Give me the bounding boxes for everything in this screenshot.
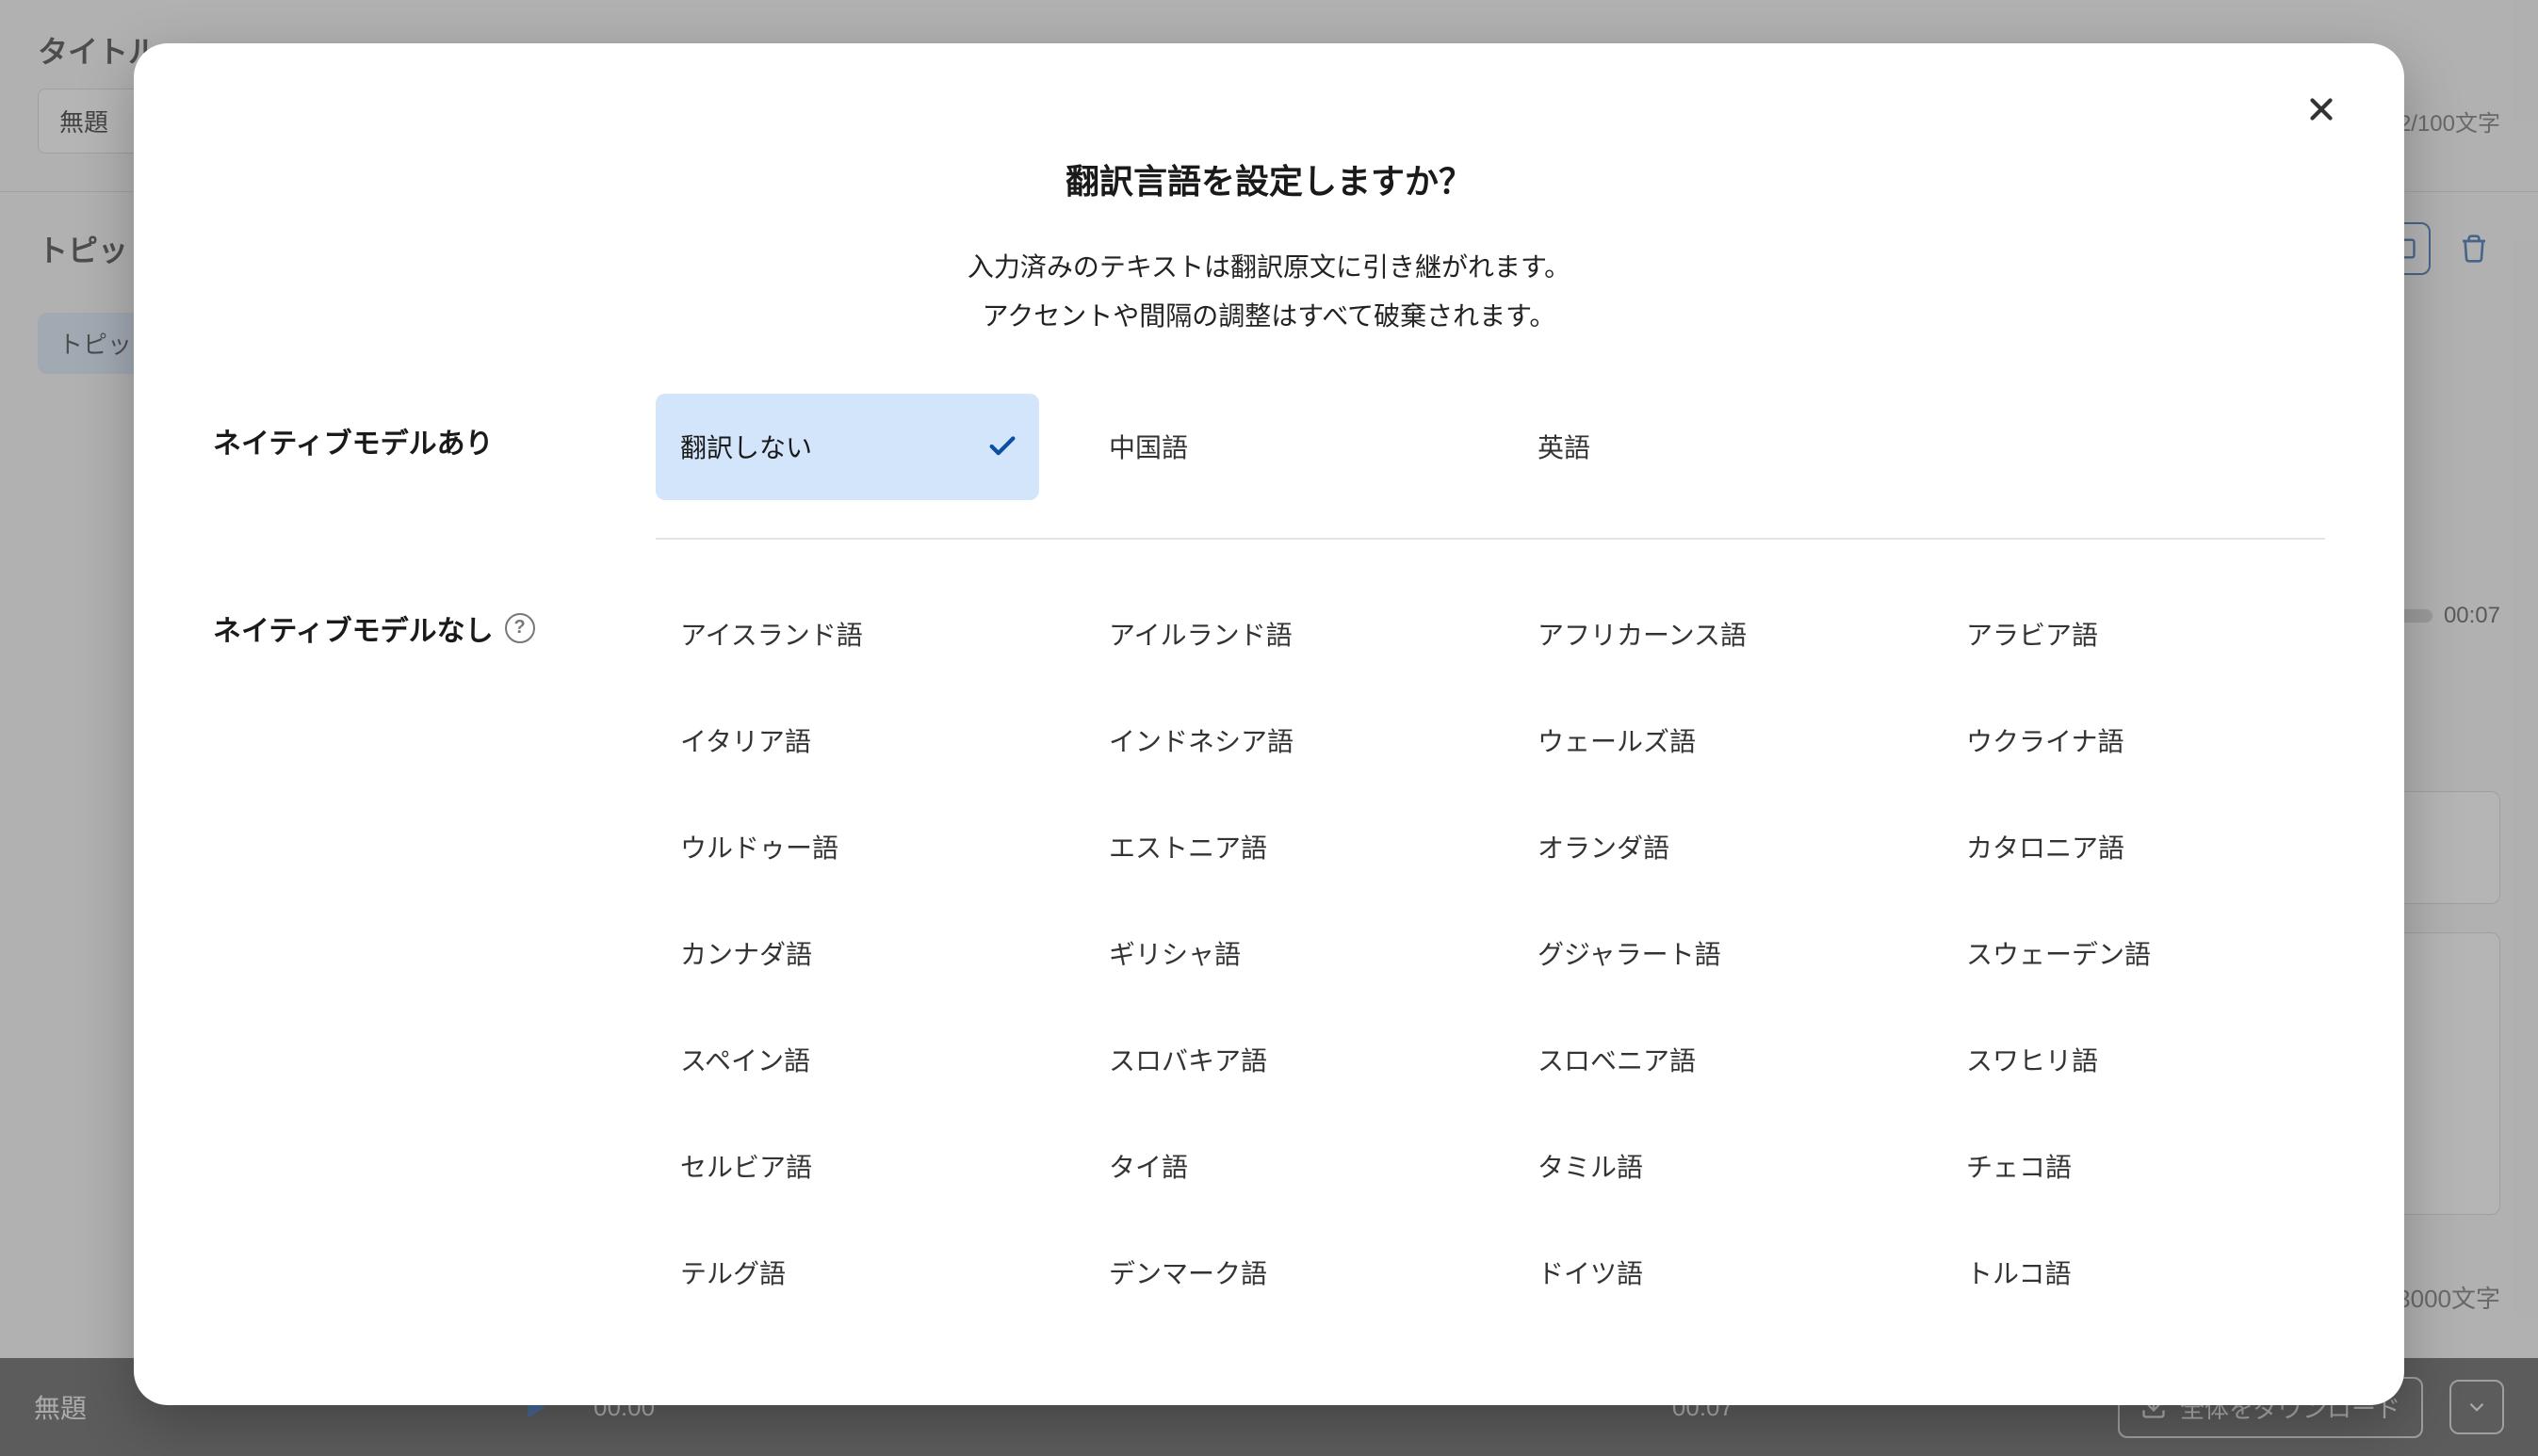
language-option[interactable]: ギリシャ語 — [1084, 900, 1468, 1007]
language-option[interactable]: アラビア語 — [1942, 581, 2325, 688]
native-model-section: ネイティブモデルあり 翻訳しない 中国語 英語 — [213, 394, 2325, 581]
language-option[interactable]: スペイン語 — [656, 1007, 1039, 1113]
language-option[interactable]: セルビア語 — [656, 1113, 1039, 1220]
non-native-model-section: ネイティブモデルなし ? アイスランド語 アイルランド語 アフリカーンス語 アラビア語… — [213, 581, 2325, 1326]
language-option[interactable]: イタリア語 — [656, 688, 1039, 794]
language-option[interactable]: ウェールズ語 — [1513, 688, 1896, 794]
close-button[interactable] — [2295, 83, 2348, 136]
language-option[interactable]: チェコ語 — [1942, 1113, 2325, 1220]
language-option-label: ドイツ語 — [1537, 1254, 1643, 1291]
language-option-label: 中国語 — [1109, 428, 1188, 465]
language-option-label: スペイン語 — [680, 1041, 810, 1078]
language-option[interactable]: ウルドゥー語 — [656, 794, 1039, 900]
modal-description: 入力済みのテキストは翻訳原文に引き継がれます。 アクセントや間隔の調整はすべて破… — [213, 243, 2325, 341]
language-option-label: アイルランド語 — [1109, 615, 1293, 653]
modal-description-line-1: 入力済みのテキストは翻訳原文に引き継がれます。 — [213, 243, 2325, 292]
language-option-label: 翻訳しない — [680, 428, 812, 465]
language-option-label: トルコ語 — [1966, 1254, 2071, 1291]
language-option-label: アイスランド語 — [680, 615, 863, 653]
modal-title: 翻訳言語を設定しますか？ — [213, 154, 2325, 203]
language-option[interactable]: グジャラート語 — [1513, 900, 1896, 1007]
language-option-label: カタロニア語 — [1966, 828, 2124, 866]
native-model-label: ネイティブモデルあり — [213, 394, 656, 461]
language-option[interactable]: スワヒリ語 — [1942, 1007, 2325, 1113]
language-option[interactable]: エストニア語 — [1084, 794, 1468, 900]
language-option[interactable]: カタロニア語 — [1942, 794, 2325, 900]
non-native-model-label: ネイティブモデルなし ? — [213, 581, 656, 649]
language-option-label: デンマーク語 — [1109, 1254, 1267, 1291]
language-option[interactable]: インドネシア語 — [1084, 688, 1468, 794]
language-option-label: アフリカーンス語 — [1537, 615, 1747, 653]
language-option[interactable]: タミル語 — [1513, 1113, 1896, 1220]
language-option-label: ウルドゥー語 — [680, 828, 838, 866]
language-option[interactable]: 中国語 — [1084, 394, 1468, 500]
language-option[interactable]: トルコ語 — [1942, 1220, 2325, 1326]
language-option[interactable]: 英語 — [1513, 394, 1896, 500]
non-native-model-label-text: ネイティブモデルなし — [213, 607, 494, 649]
language-option[interactable]: テルグ語 — [656, 1220, 1039, 1326]
language-option-label: エストニア語 — [1109, 828, 1267, 866]
language-option[interactable]: スロバキア語 — [1084, 1007, 1468, 1113]
language-option[interactable]: 翻訳しない — [656, 394, 1039, 500]
language-option-label: インドネシア語 — [1109, 721, 1293, 759]
close-icon — [2303, 91, 2339, 127]
check-icon — [986, 430, 1018, 462]
language-option-label: イタリア語 — [680, 721, 811, 759]
language-option[interactable]: オランダ語 — [1513, 794, 1896, 900]
language-option-label: アラビア語 — [1966, 615, 2098, 653]
language-option[interactable]: ウクライナ語 — [1942, 688, 2325, 794]
language-option-label: セルビア語 — [680, 1147, 812, 1185]
language-option-label: タイ語 — [1109, 1147, 1188, 1185]
language-option-label: ギリシャ語 — [1109, 934, 1241, 972]
language-option[interactable]: スロベニア語 — [1513, 1007, 1896, 1113]
language-option-label: チェコ語 — [1966, 1147, 2072, 1185]
language-option-label: タミル語 — [1537, 1147, 1643, 1185]
language-option[interactable]: スウェーデン語 — [1942, 900, 2325, 1007]
language-option-label: スロバキア語 — [1109, 1041, 1267, 1078]
language-option-label: スウェーデン語 — [1966, 934, 2151, 972]
language-option-label: スワヒリ語 — [1966, 1041, 2098, 1078]
language-option[interactable]: タイ語 — [1084, 1113, 1468, 1220]
language-option[interactable]: アフリカーンス語 — [1513, 581, 1896, 688]
modal-description-line-2: アクセントや間隔の調整はすべて破棄されます。 — [213, 292, 2325, 341]
language-option-label: テルグ語 — [680, 1254, 786, 1291]
translate-language-modal: 翻訳言語を設定しますか？ 入力済みのテキストは翻訳原文に引き継がれます。 アクセ… — [134, 43, 2404, 1405]
language-option[interactable]: カンナダ語 — [656, 900, 1039, 1007]
language-option-label: ウクライナ語 — [1966, 721, 2123, 759]
language-option-label: ウェールズ語 — [1537, 721, 1696, 759]
language-option[interactable]: デンマーク語 — [1084, 1220, 1468, 1326]
language-option-label: グジャラート語 — [1537, 934, 1721, 972]
help-icon[interactable]: ? — [505, 613, 535, 643]
language-option-label: スロベニア語 — [1537, 1041, 1696, 1078]
language-option-label: オランダ語 — [1537, 828, 1669, 866]
language-option[interactable]: アイスランド語 — [656, 581, 1039, 688]
language-option-label: 英語 — [1537, 428, 1590, 465]
language-option[interactable]: ドイツ語 — [1513, 1220, 1896, 1326]
language-option-label: カンナダ語 — [680, 934, 812, 972]
language-option[interactable]: アイルランド語 — [1084, 581, 1468, 688]
